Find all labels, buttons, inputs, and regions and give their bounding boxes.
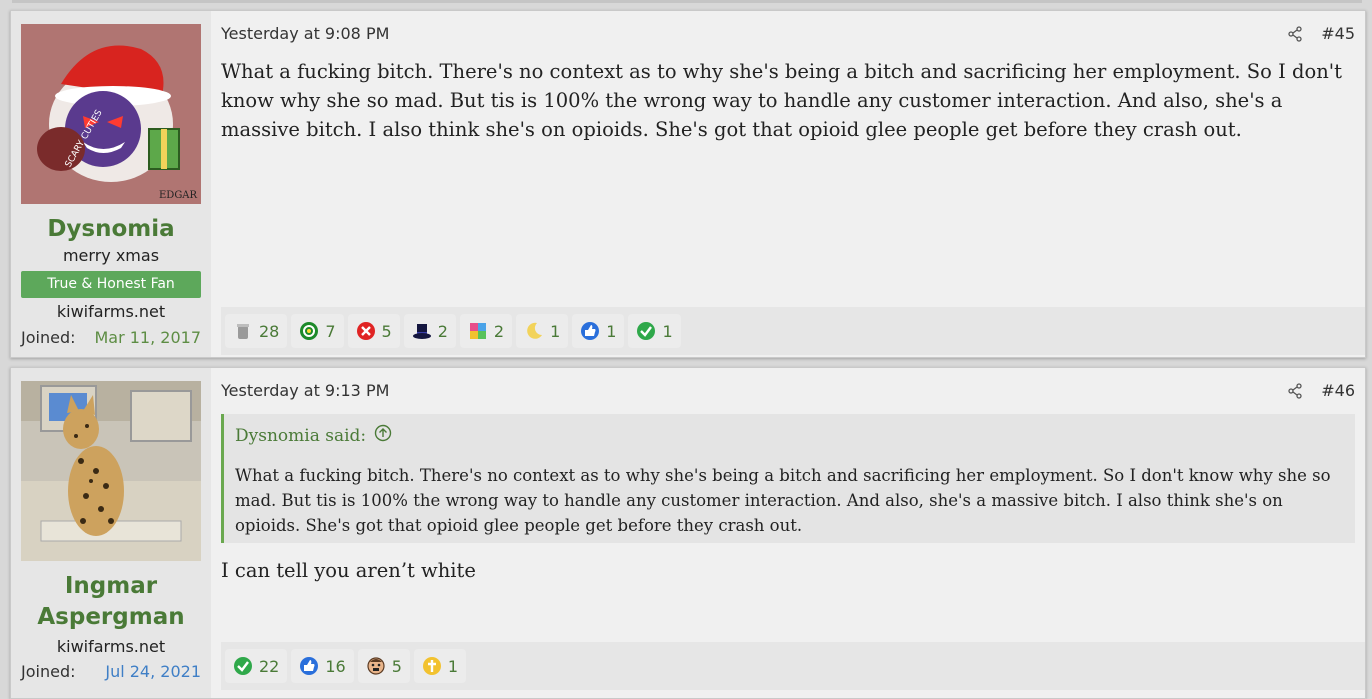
post-main: Yesterday at 9:13 PM #46 Dysnomia said: … <box>221 368 1365 698</box>
joined-label: Joined: <box>21 328 76 347</box>
reaction-like[interactable]: 16 <box>291 649 354 683</box>
joined-label: Joined: <box>21 662 76 681</box>
share-icon[interactable] <box>1287 25 1303 42</box>
moon-icon <box>524 321 544 341</box>
post-meta-right: #46 <box>1287 381 1355 400</box>
post-45: SCARY CUTIES EDGAR Dysnomia merry xmas T… <box>10 10 1366 358</box>
reaction-bar: 28 7 5 2 2 1 1 1 <box>221 307 1365 355</box>
reaction-top-hat[interactable]: 2 <box>403 314 456 348</box>
joined-date: Jul 24, 2021 <box>105 662 201 681</box>
post-46: Ingmar Aspergman kiwifarms.net Joined: J… <box>10 367 1366 699</box>
post-number[interactable]: #45 <box>1321 24 1355 43</box>
joined-date: Mar 11, 2017 <box>94 328 201 347</box>
reaction-cross[interactable]: 1 <box>413 649 467 683</box>
arrow-up-circle-icon[interactable] <box>374 424 392 447</box>
thumbs-up-icon <box>580 321 600 341</box>
post-main: Yesterday at 9:08 PM #45 What a fucking … <box>221 11 1365 357</box>
cross-icon <box>422 656 442 676</box>
previous-post-edge <box>12 0 1362 3</box>
reaction-autistic[interactable]: 7 <box>291 314 344 348</box>
thumbs-up-icon <box>299 656 319 676</box>
trash-can-icon <box>233 321 253 341</box>
reaction-list: 28 7 5 2 2 1 1 1 <box>225 314 681 348</box>
post-body: I can tell you aren’t white <box>221 559 476 582</box>
agree-check-icon <box>636 321 656 341</box>
user-title: merry xmas <box>62 246 160 265</box>
post-meta-right: #45 <box>1287 24 1355 43</box>
reaction-puzzle[interactable]: 2 <box>459 314 513 348</box>
post-number[interactable]: #46 <box>1321 381 1355 400</box>
top-hat-icon <box>412 321 432 341</box>
avatar[interactable] <box>21 381 201 561</box>
quote-author[interactable]: Dysnomia said: <box>235 424 392 447</box>
reaction-agree[interactable]: 22 <box>225 649 288 683</box>
user-site: kiwifarms.net <box>56 302 166 321</box>
reaction-agree[interactable]: 1 <box>628 314 681 348</box>
user-info: Ingmar Aspergman kiwifarms.net Joined: J… <box>11 368 211 698</box>
quote-text: What a fucking bitch. There's no context… <box>235 466 1331 535</box>
autistic-icon <box>299 321 319 341</box>
puzzle-icon <box>468 321 488 341</box>
reaction-disagree[interactable]: 5 <box>347 314 400 348</box>
disagree-icon <box>356 321 376 341</box>
share-icon[interactable] <box>1287 382 1303 399</box>
reaction-list: 22 16 5 1 <box>225 649 467 683</box>
post-date[interactable]: Yesterday at 9:13 PM <box>221 381 389 400</box>
quote-block: Dysnomia said: What a fucking bitch. The… <box>221 414 1355 543</box>
username[interactable]: Dysnomia <box>11 214 211 245</box>
reaction-face[interactable]: 5 <box>357 649 410 683</box>
user-banner: True & Honest Fan <box>21 271 201 298</box>
reaction-trash[interactable]: 28 <box>225 314 288 348</box>
face-icon <box>366 656 386 676</box>
agree-check-icon <box>233 656 253 676</box>
reaction-bar: 22 16 5 1 <box>221 642 1365 690</box>
user-site: kiwifarms.net <box>56 637 166 656</box>
username[interactable]: Ingmar Aspergman <box>11 571 211 633</box>
avatar-signature: EDGAR <box>159 190 198 201</box>
post-body: What a fucking bitch. There's no context… <box>221 60 1342 141</box>
reaction-like[interactable]: 1 <box>572 314 625 348</box>
post-date[interactable]: Yesterday at 9:08 PM <box>221 24 389 43</box>
user-info: SCARY CUTIES EDGAR Dysnomia merry xmas T… <box>11 11 211 357</box>
avatar[interactable]: SCARY CUTIES EDGAR <box>21 24 201 204</box>
reaction-moon[interactable]: 1 <box>516 314 569 348</box>
